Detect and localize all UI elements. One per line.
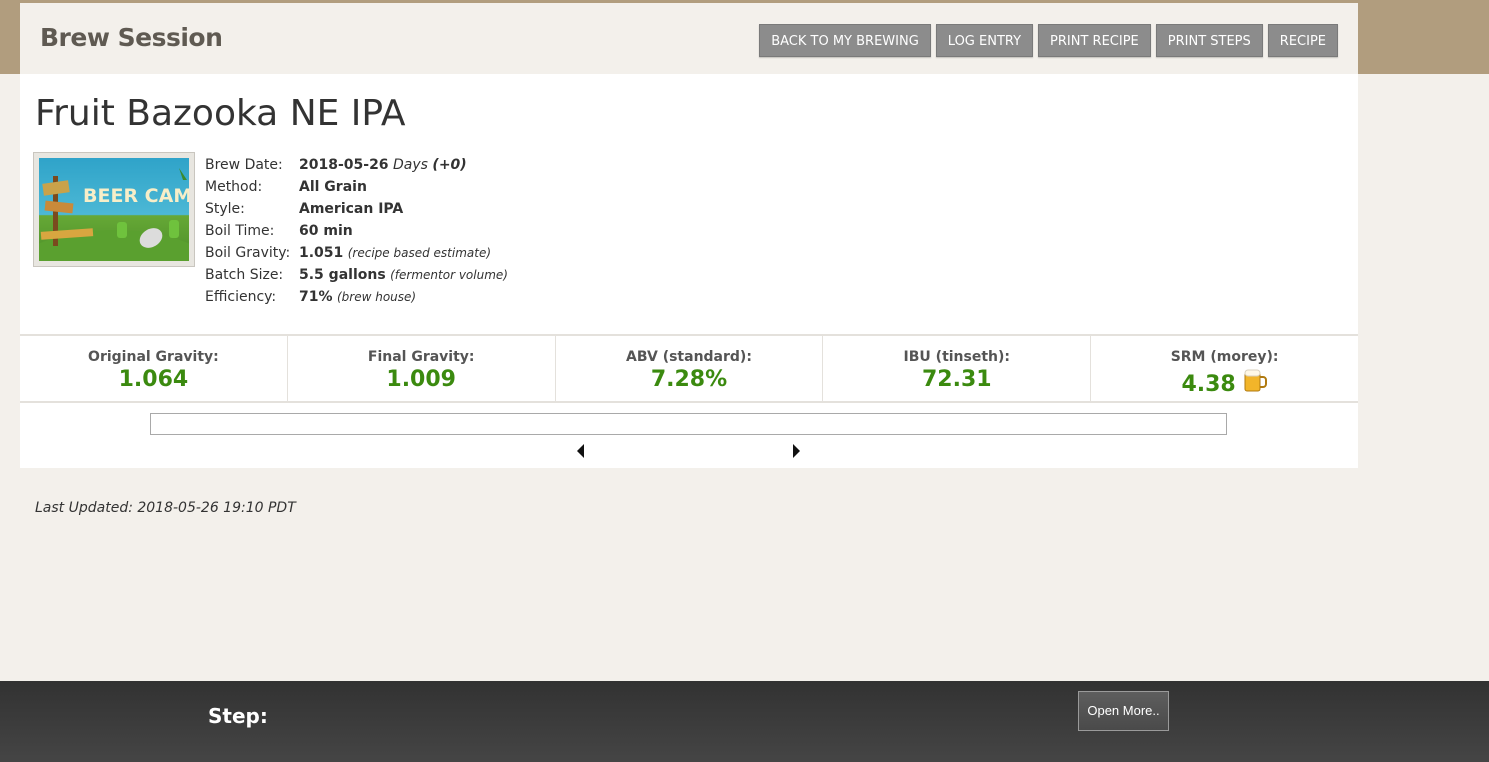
brew-date-value: 2018-05-26	[299, 157, 389, 173]
card-header: Brew Session BACK TO MY BREWING LOG ENTR…	[20, 3, 1358, 74]
detail-row-method: Method: All Grain	[205, 176, 508, 198]
stat-ibu: IBU (tinseth): 72.31	[823, 336, 1092, 401]
detail-row-boil-gravity: Boil Gravity: 1.051 (recipe based estima…	[205, 242, 508, 264]
previous-arrow-icon[interactable]	[577, 444, 584, 458]
beer-camp-artwork: BEER CAMP	[39, 168, 189, 261]
beer-camp-image: BEER CAMP	[39, 158, 189, 261]
beer-mug-icon	[1242, 367, 1268, 399]
stat-value: 1.064	[118, 367, 189, 392]
print-steps-button[interactable]: PRINT STEPS	[1155, 24, 1263, 57]
stat-srm: SRM (morey): 4.38	[1091, 336, 1358, 401]
log-entry-button[interactable]: LOG ENTRY	[935, 24, 1034, 57]
step-footer: Step: Open More..	[0, 681, 1489, 762]
efficiency-note: (brew house)	[336, 290, 417, 304]
stat-value: 7.28%	[650, 367, 728, 392]
detail-row-style: Style: American IPA	[205, 198, 508, 220]
stat-label: ABV (standard):	[626, 349, 752, 365]
brew-date-days-offset: (+0)	[432, 157, 467, 173]
stat-label: SRM (morey):	[1170, 349, 1279, 365]
boil-time-value: 60 min	[299, 223, 353, 239]
detail-label: Boil Time:	[205, 223, 275, 239]
recipe-title: Fruit Bazooka NE IPA	[35, 93, 406, 134]
stat-original-gravity: Original Gravity: 1.064	[20, 336, 288, 401]
detail-row-boil-time: Boil Time: 60 min	[205, 220, 508, 242]
recipe-button[interactable]: RECIPE	[1267, 24, 1338, 57]
efficiency-value: 71%	[299, 289, 333, 305]
method-value: All Grain	[299, 179, 367, 195]
stat-value: 1.009	[386, 367, 456, 392]
last-updated: Last Updated: 2018-05-26 19:10 PDT	[35, 500, 296, 516]
print-recipe-button[interactable]: PRINT RECIPE	[1038, 24, 1151, 57]
stat-value: 4.38	[1181, 372, 1236, 397]
boil-gravity-value: 1.051	[299, 245, 344, 261]
detail-label: Brew Date:	[205, 157, 283, 173]
page-title: Brew Session	[40, 23, 223, 52]
stat-value: 72.31	[921, 367, 992, 392]
stat-label: Final Gravity:	[367, 349, 475, 365]
stat-abv: ABV (standard): 7.28%	[556, 336, 824, 401]
step-progress-bar	[150, 413, 1227, 435]
stats-bar: Original Gravity: 1.064 Final Gravity: 1…	[20, 334, 1358, 403]
boil-gravity-note: (recipe based estimate)	[347, 246, 492, 260]
back-to-my-brewing-button[interactable]: BACK TO MY BREWING	[759, 24, 931, 57]
detail-label: Batch Size:	[205, 267, 284, 283]
batch-size-value: 5.5 gallons	[299, 267, 386, 283]
brew-session-card: Brew Session BACK TO MY BREWING LOG ENTR…	[20, 3, 1358, 468]
stat-final-gravity: Final Gravity: 1.009	[288, 336, 556, 401]
detail-row-efficiency: Efficiency: 71% (brew house)	[205, 286, 508, 308]
beer-camp-logo-text: BEER CAMP	[83, 185, 189, 207]
detail-label: Style:	[205, 201, 245, 217]
detail-row-batch-size: Batch Size: 5.5 gallons (fermentor volum…	[205, 264, 508, 286]
recipe-details: Brew Date: 2018-05-26 Days (+0) Method: …	[205, 154, 508, 308]
recipe-image[interactable]: BEER CAMP	[33, 152, 195, 267]
next-arrow-icon[interactable]	[793, 444, 800, 458]
brew-date-days-label: Days	[393, 157, 428, 173]
stat-label: IBU (tinseth):	[903, 349, 1011, 365]
detail-label: Efficiency:	[205, 289, 277, 305]
header-buttons: BACK TO MY BREWING LOG ENTRY PRINT RECIP…	[759, 24, 1338, 57]
open-more-button[interactable]: Open More..	[1078, 691, 1169, 731]
stat-label: Original Gravity:	[88, 349, 219, 365]
detail-label: Boil Gravity:	[205, 245, 291, 261]
step-label: Step:	[208, 704, 268, 728]
batch-size-note: (fermentor volume)	[390, 268, 508, 282]
style-value: American IPA	[299, 201, 404, 217]
detail-row-brew-date: Brew Date: 2018-05-26 Days (+0)	[205, 154, 508, 176]
detail-label: Method:	[205, 179, 263, 195]
